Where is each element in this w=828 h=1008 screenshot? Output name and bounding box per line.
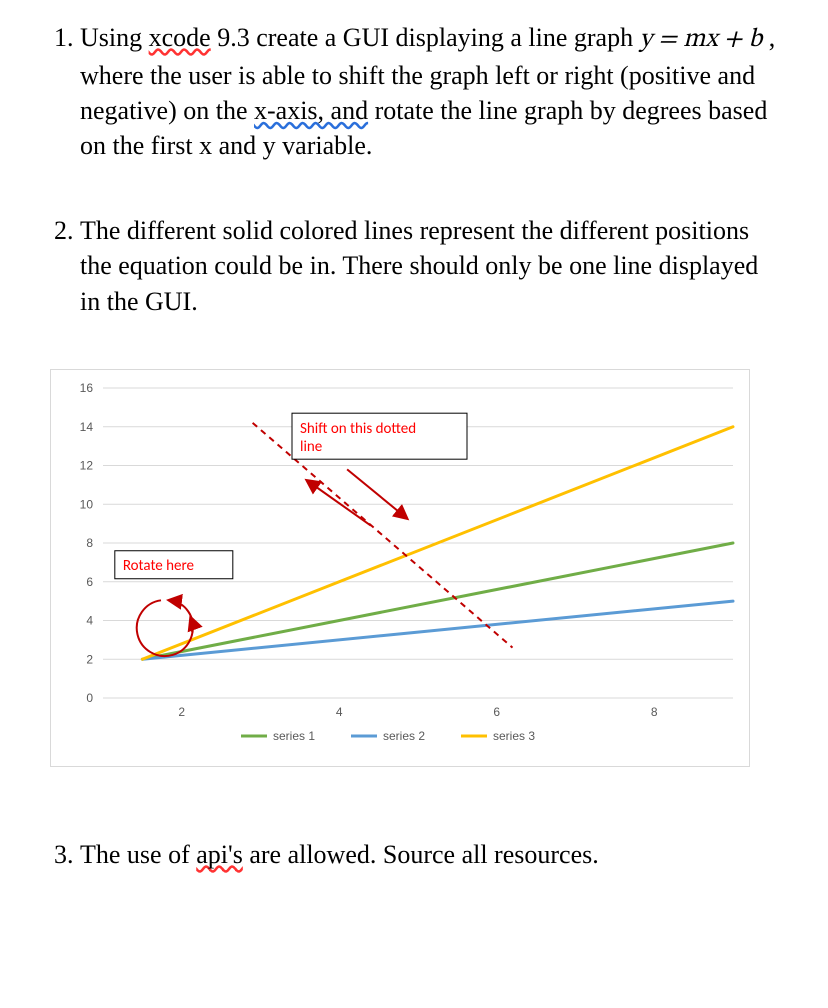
svg-text:series 1: series 1 <box>273 729 315 743</box>
item1-text-part1: Using <box>80 23 149 52</box>
line-chart: 0 2 4 6 8 10 12 14 16 2 4 6 8 Shift on this dottedlin… <box>59 378 743 758</box>
list-item-1: Using xcode 9.3 create a GUI displaying … <box>80 20 778 163</box>
spellcheck-apis: api's <box>196 840 243 869</box>
svg-text:16: 16 <box>80 381 94 395</box>
svg-text:line: line <box>300 438 322 456</box>
svg-text:8: 8 <box>86 536 93 550</box>
item3-text-part2: are allowed. Source all resources. <box>243 840 599 869</box>
svg-text:10: 10 <box>80 497 94 511</box>
svg-text:Shift on this dotted: Shift on this dotted <box>300 420 416 438</box>
equation: y = mx + b <box>640 27 763 53</box>
svg-text:2: 2 <box>178 705 185 719</box>
chart-container: 0 2 4 6 8 10 12 14 16 2 4 6 8 Shift on this dottedlin… <box>50 369 750 767</box>
svg-text:6: 6 <box>493 705 500 719</box>
item3-text-part1: The use of <box>80 840 196 869</box>
svg-text:6: 6 <box>86 574 93 588</box>
svg-text:4: 4 <box>336 705 343 719</box>
svg-text:8: 8 <box>651 705 658 719</box>
svg-text:14: 14 <box>80 419 94 433</box>
svg-text:series 3: series 3 <box>493 729 535 743</box>
list-item-3: The use of api's are allowed. Source all… <box>80 837 778 872</box>
spellcheck-xcode: xcode <box>149 23 211 52</box>
numbered-list: Using xcode 9.3 create a GUI displaying … <box>50 20 778 319</box>
item1-text-part2: 9.3 create a GUI displaying a line graph <box>211 23 640 52</box>
document-page: Using xcode 9.3 create a GUI displaying … <box>0 0 828 952</box>
list-item-2: The different solid colored lines repres… <box>80 213 778 318</box>
svg-text:12: 12 <box>80 458 94 472</box>
svg-text:0: 0 <box>86 691 93 705</box>
svg-text:2: 2 <box>86 652 93 666</box>
svg-text:Rotate here: Rotate here <box>123 556 194 574</box>
svg-text:series 2: series 2 <box>383 729 425 743</box>
grammarcheck-xaxis: x-axis, and <box>254 96 368 125</box>
svg-text:4: 4 <box>86 613 93 627</box>
numbered-list-continued: The use of api's are allowed. Source all… <box>50 837 778 872</box>
